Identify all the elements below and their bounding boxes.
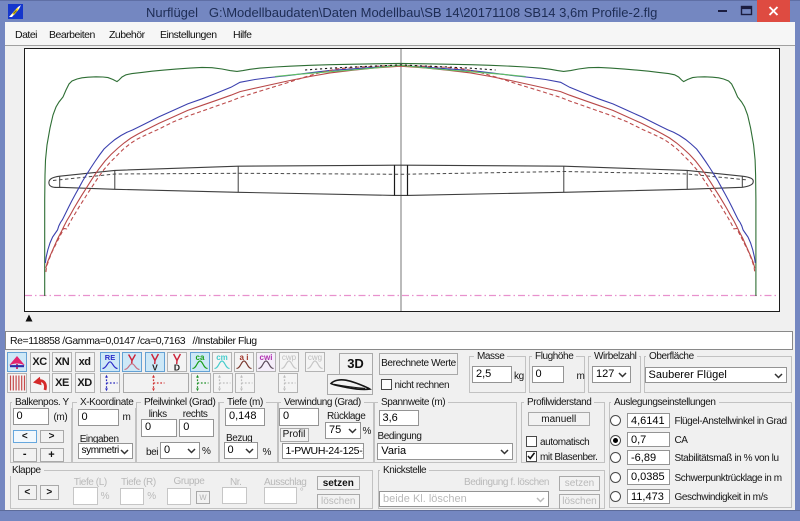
svg-text:V: V [152,363,158,372]
svg-text:D: D [174,363,180,372]
svg-text:RE: RE [104,353,114,362]
